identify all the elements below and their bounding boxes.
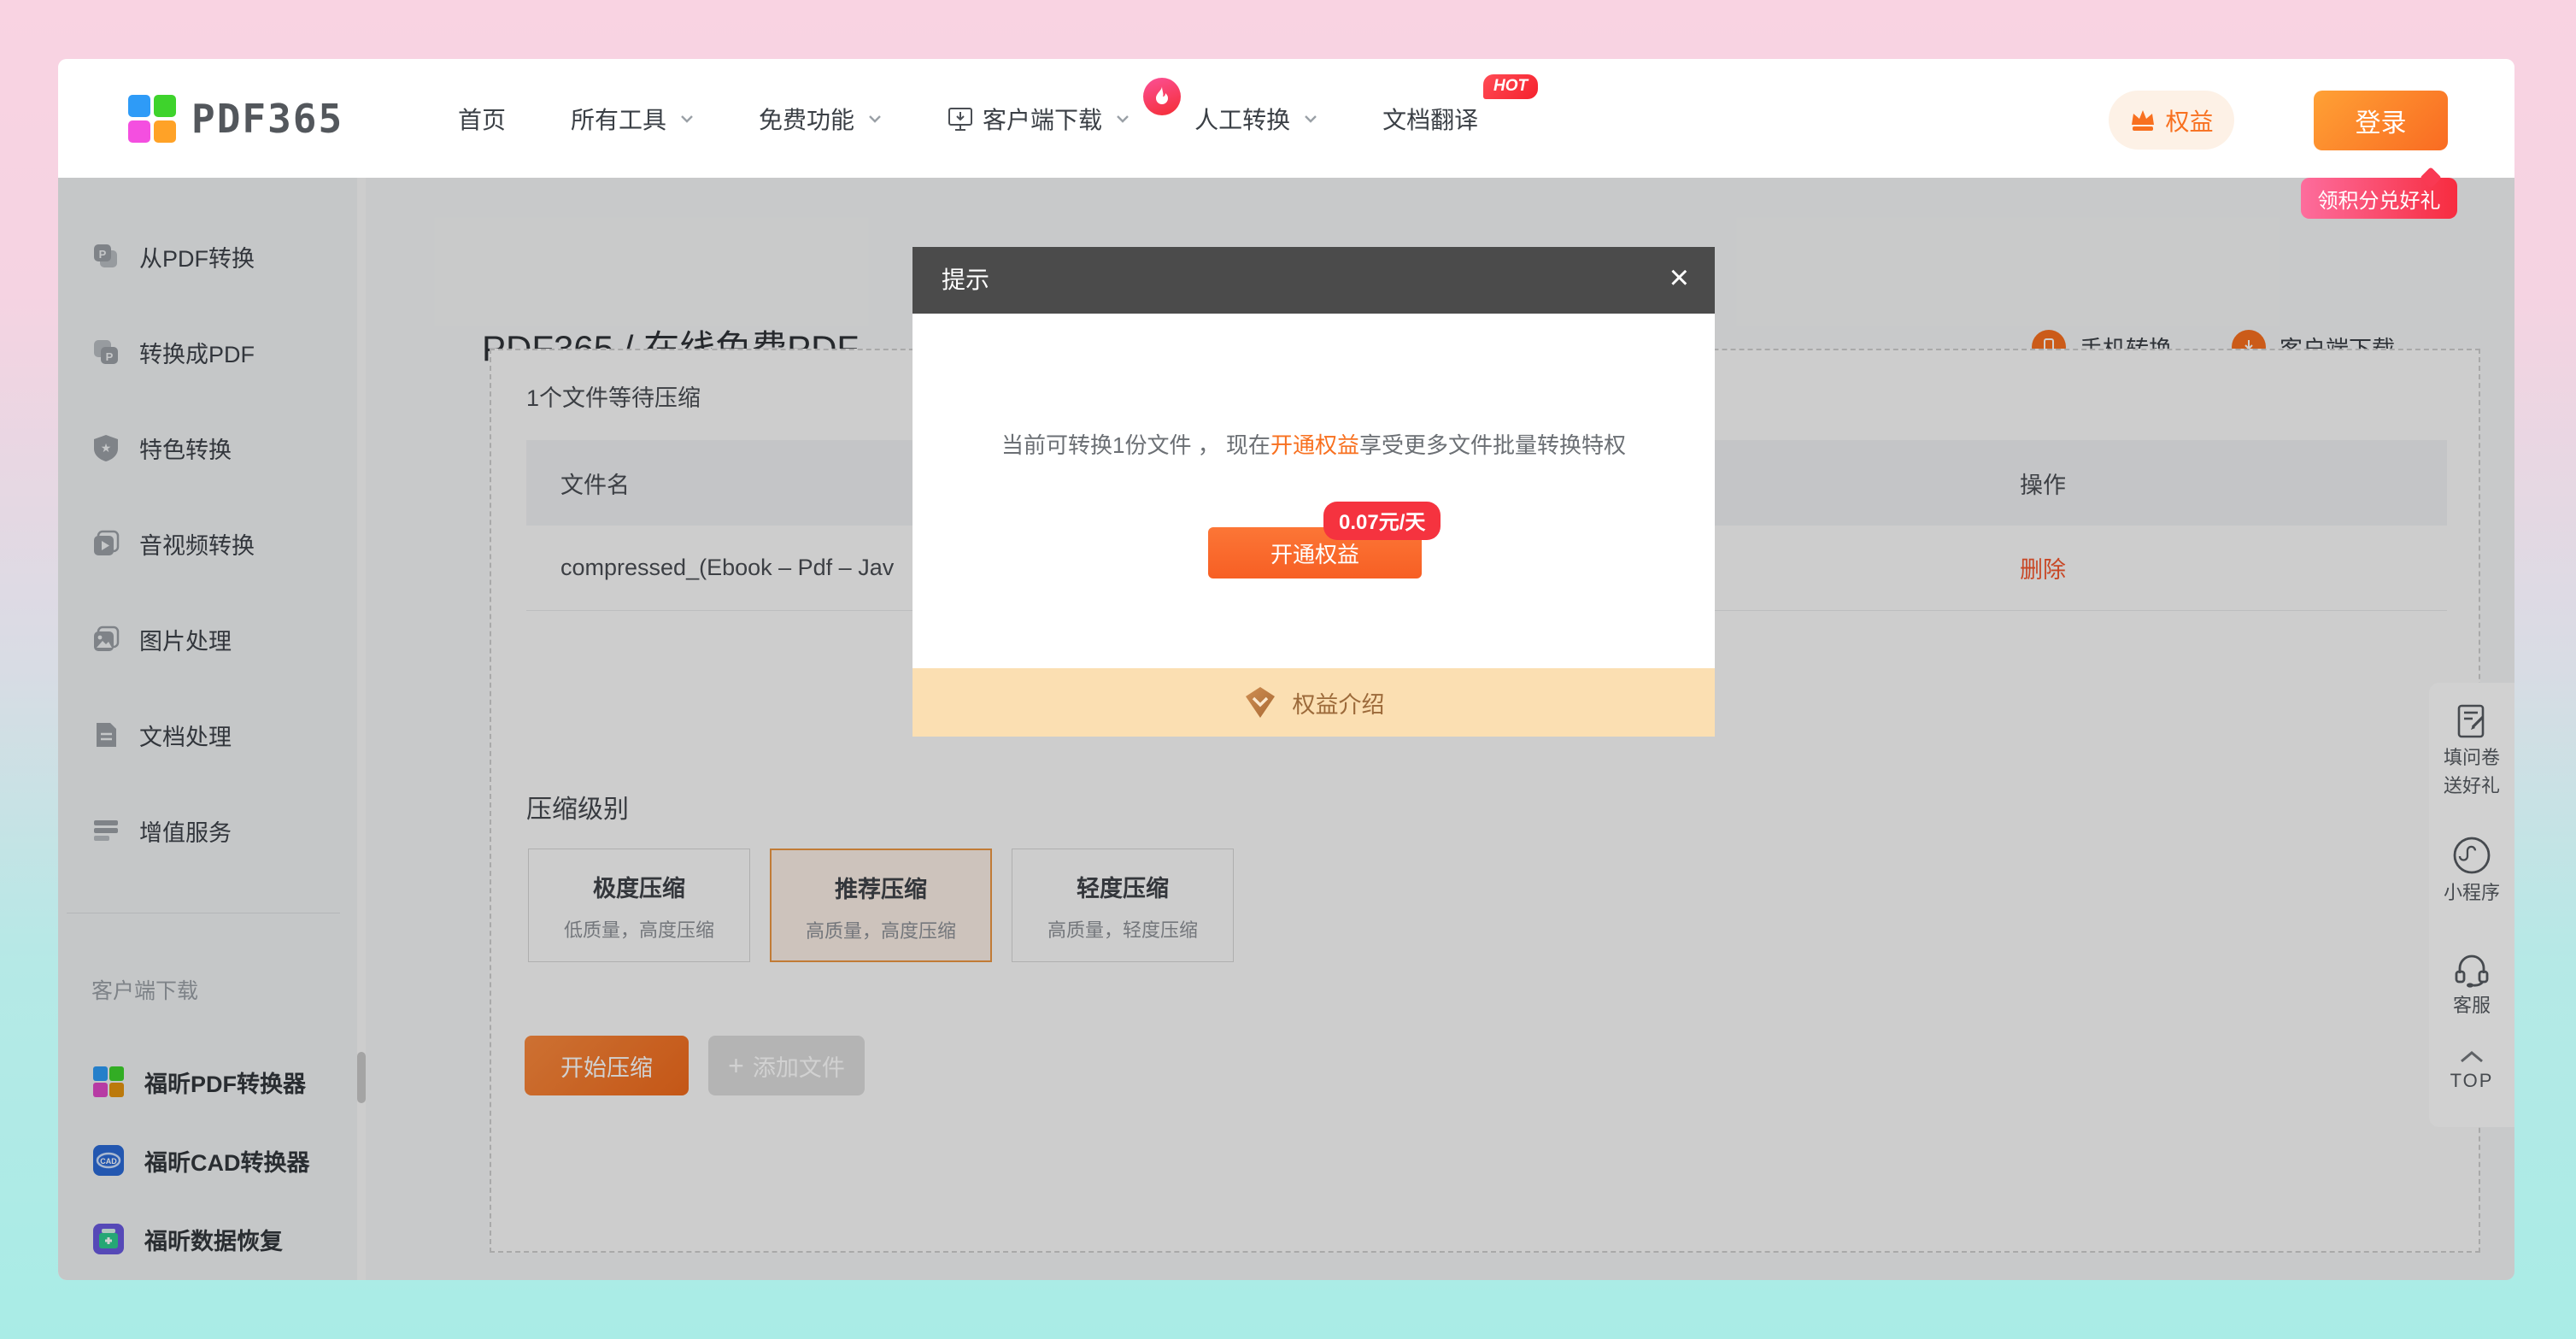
- nav-item-client-download[interactable]: 客户端下载: [947, 102, 1130, 136]
- points-gift-label: 领积分兑好礼: [2318, 184, 2441, 214]
- chevron-down-icon: [680, 115, 694, 123]
- page-card: PDF365 首页 所有工具 免费功能: [58, 59, 2514, 1280]
- points-gift-tooltip[interactable]: 领积分兑好礼: [2301, 178, 2457, 219]
- modal-message-prefix: 当前可转换1份文件 ， 现在: [1001, 432, 1270, 458]
- monitor-download-icon: [947, 105, 974, 132]
- modal-header: 提示 ×: [912, 247, 1715, 314]
- chevron-down-icon: [1116, 115, 1130, 123]
- nav-label: 所有工具: [571, 102, 666, 136]
- chevron-down-icon: [1304, 115, 1317, 123]
- close-icon[interactable]: ×: [1669, 259, 1689, 297]
- nav-item-doc-translate[interactable]: 文档翻译 HOT: [1382, 102, 1478, 136]
- benefits-intro-bar[interactable]: 权益介绍: [912, 668, 1715, 737]
- nav-label: 免费功能: [759, 102, 854, 136]
- modal-title: 提示: [942, 247, 989, 314]
- benefits-intro-label: 权益介绍: [1293, 686, 1385, 719]
- login-button[interactable]: 登录: [2314, 91, 2448, 150]
- price-badge: 0.07元/天: [1323, 502, 1441, 540]
- benefits-label: 权益: [2165, 103, 2213, 138]
- medal-chevron-icon: [1243, 685, 1277, 719]
- nav-item-manual-convert[interactable]: 人工转换: [1194, 102, 1317, 136]
- login-label: 登录: [2356, 102, 2407, 139]
- modal-message: 当前可转换1份文件 ， 现在开通权益享受更多文件批量转换特权: [912, 428, 1715, 460]
- open-benefits-button-label: 开通权益: [1270, 537, 1359, 569]
- main-nav: 首页 所有工具 免费功能 客户端下载: [458, 59, 1478, 178]
- notice-modal: 提示 × 当前可转换1份文件 ， 现在开通权益享受更多文件批量转换特权 0.07…: [912, 247, 1715, 737]
- nav-label: 人工转换: [1194, 102, 1290, 136]
- brand-logo-text: PDF365: [191, 96, 343, 142]
- nav-label: 客户端下载: [983, 102, 1102, 136]
- brand-logo-icon: [128, 95, 176, 143]
- chevron-down-icon: [868, 115, 882, 123]
- crown-icon: [2129, 108, 2156, 133]
- open-benefits-link[interactable]: 开通权益: [1270, 432, 1359, 458]
- nav-label: 文档翻译: [1382, 102, 1478, 136]
- nav-item-all-tools[interactable]: 所有工具: [571, 102, 694, 136]
- hot-badge: HOT: [1483, 74, 1538, 99]
- brand-logo[interactable]: PDF365: [128, 59, 343, 178]
- top-navbar: PDF365 首页 所有工具 免费功能: [58, 59, 2514, 178]
- modal-message-suffix: 享受更多文件批量转换特权: [1359, 432, 1626, 458]
- nav-item-home[interactable]: 首页: [458, 102, 506, 136]
- benefits-button[interactable]: 权益: [2109, 91, 2234, 150]
- nav-label: 首页: [458, 102, 506, 136]
- modal-cta-area: 0.07元/天 开通权益: [1208, 502, 1482, 587]
- fire-icon: [1143, 78, 1181, 115]
- nav-item-free-features[interactable]: 免费功能: [759, 102, 882, 136]
